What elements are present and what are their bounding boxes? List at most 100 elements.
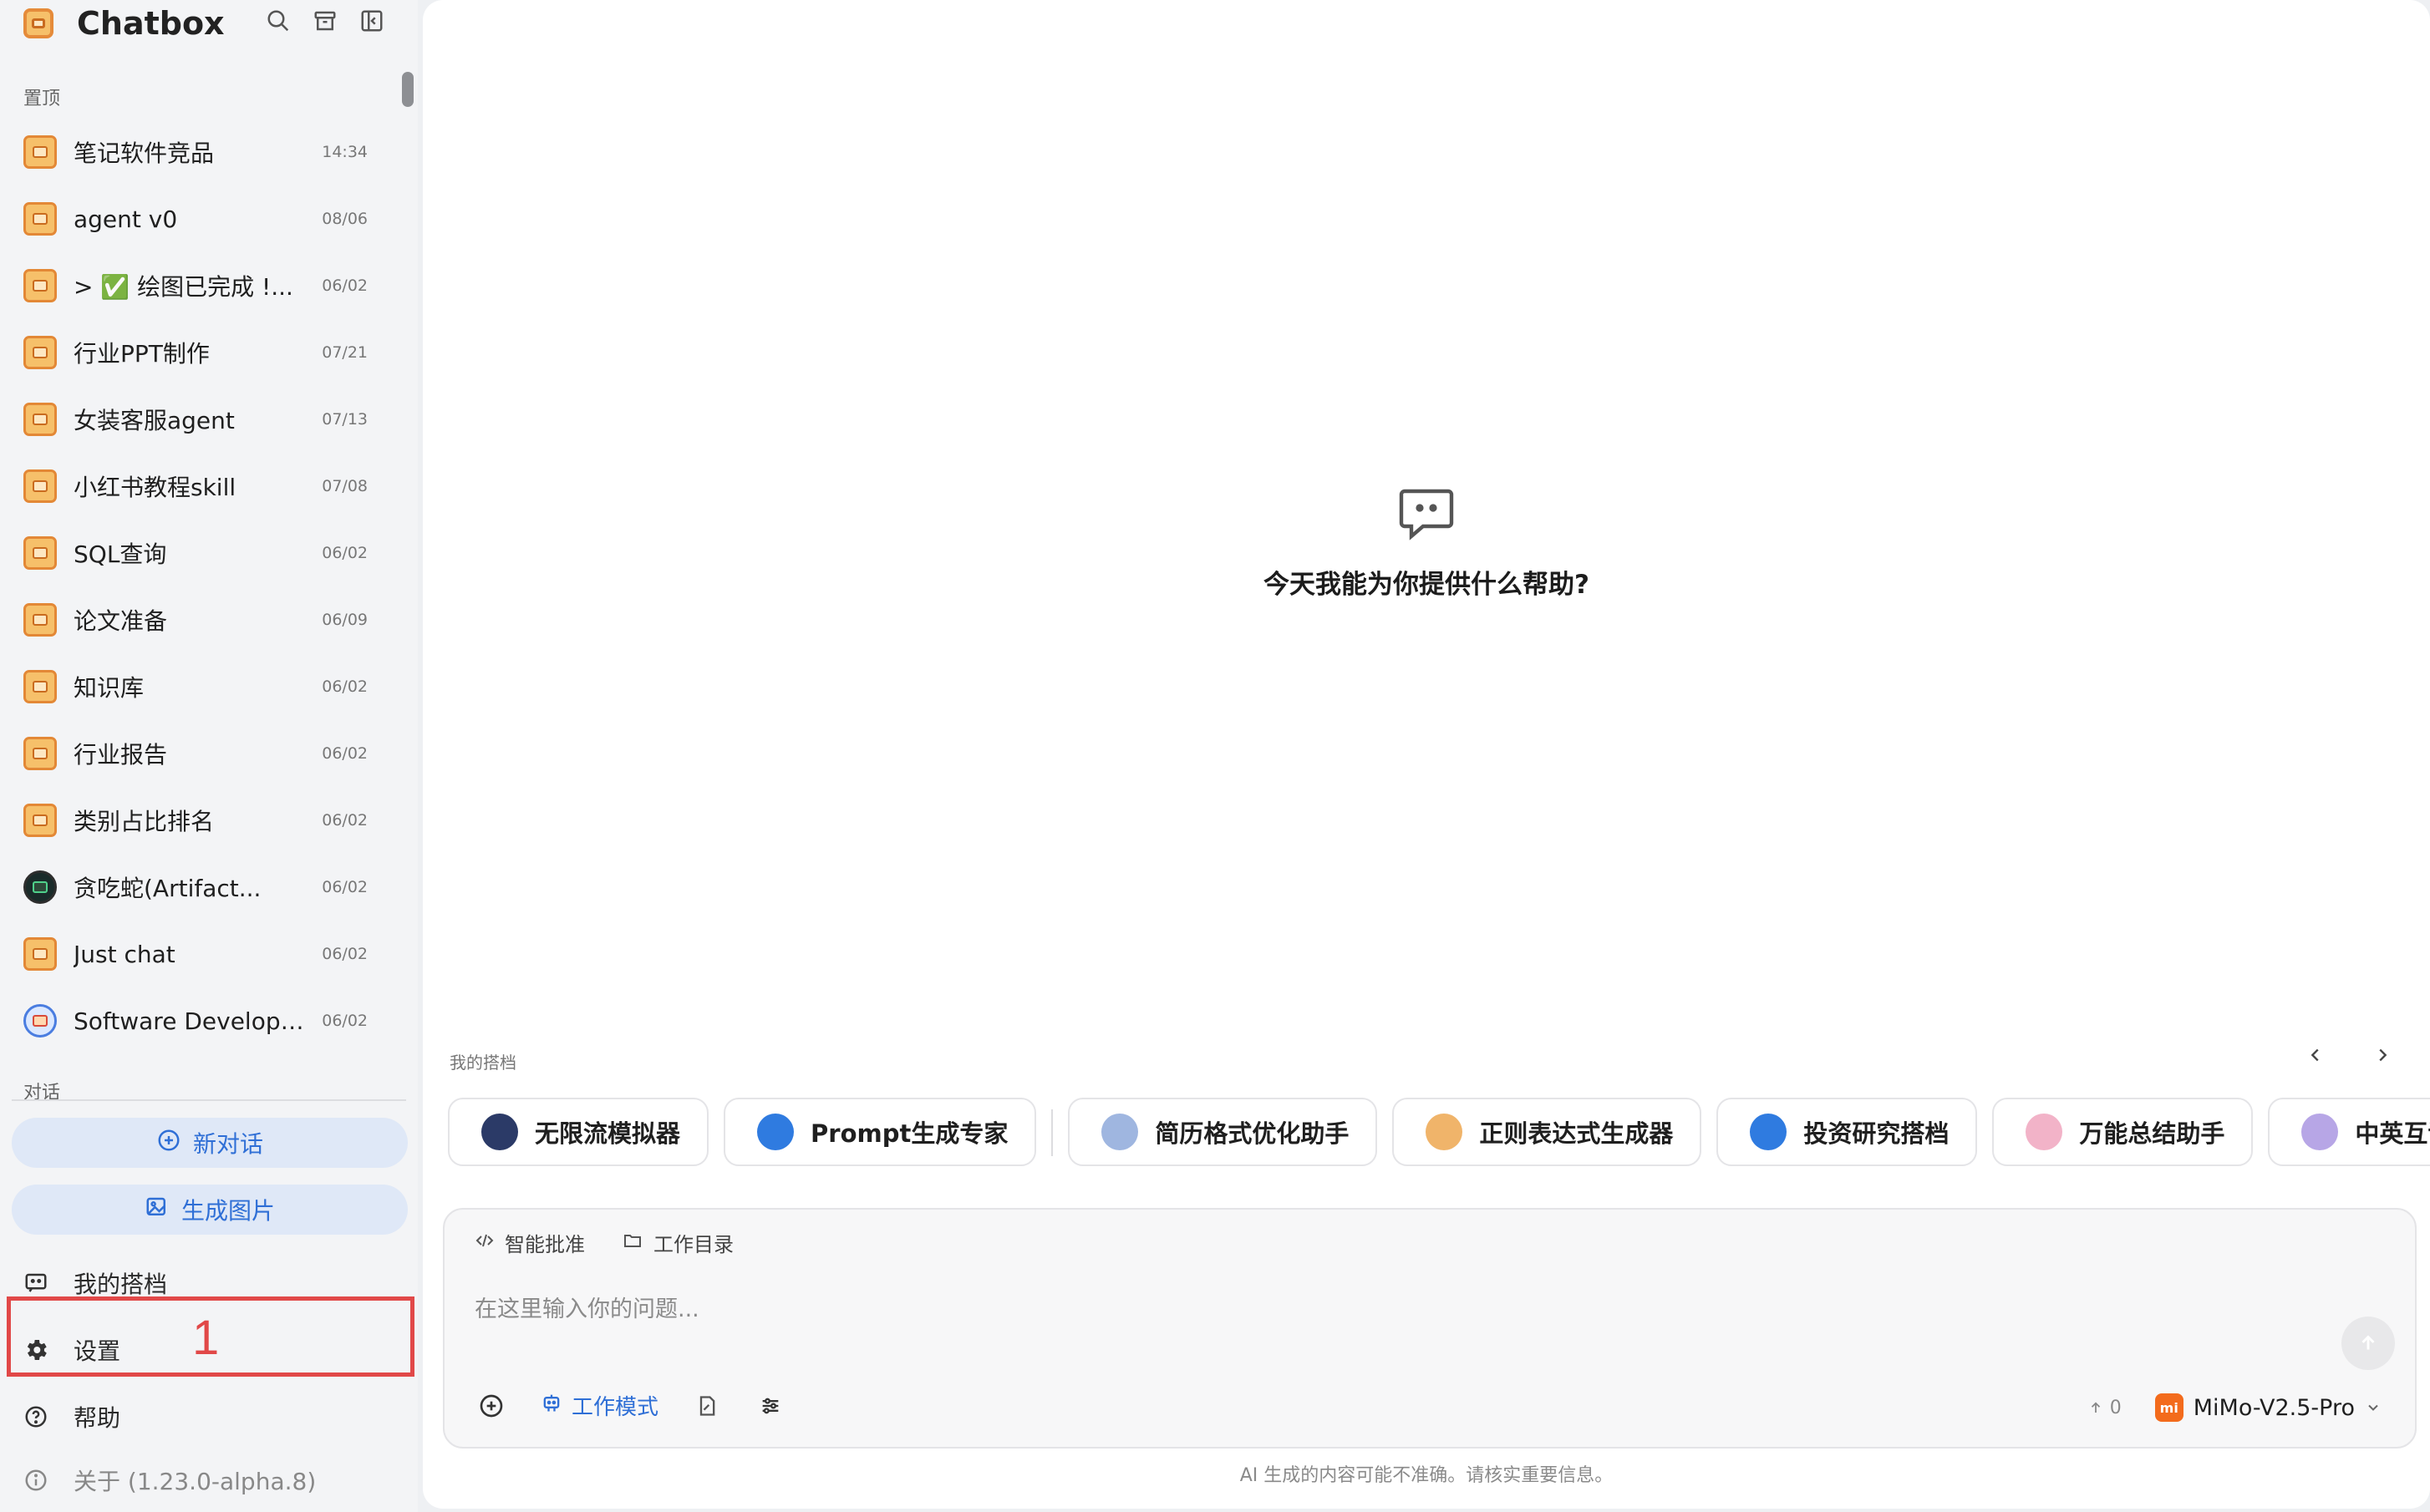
document-edit-icon[interactable] bbox=[692, 1391, 722, 1421]
partner-avatar-icon bbox=[2301, 1114, 2339, 1150]
sliders-icon[interactable] bbox=[755, 1391, 785, 1421]
session-date: 06/02 bbox=[322, 544, 368, 562]
pinned-section-label: 置顶 bbox=[23, 89, 61, 109]
chatbox-icon bbox=[23, 336, 57, 369]
session-title: 贪吃蛇(Artifact... bbox=[74, 875, 262, 902]
work-directory-label: 工作目录 bbox=[653, 1233, 734, 1256]
plus-circle-icon bbox=[156, 1128, 181, 1159]
session-item[interactable]: 女装客服agent 07/13 bbox=[12, 386, 379, 453]
work-mode-toggle[interactable]: 工作模式 bbox=[540, 1390, 658, 1421]
composer-tabs: 智能批准 工作目录 bbox=[475, 1228, 734, 1257]
code-icon bbox=[475, 1230, 495, 1256]
chevron-left-icon[interactable] bbox=[2301, 1041, 2330, 1069]
session-item[interactable]: 贪吃蛇(Artifact... 06/02 bbox=[12, 854, 379, 921]
session-title: agent v0 bbox=[74, 205, 178, 233]
app-title: Chatbox bbox=[77, 5, 225, 42]
model-name: MiMo-V2.5-Pro bbox=[2193, 1394, 2355, 1421]
session-title: 行业PPT制作 bbox=[74, 340, 210, 368]
snake-avatar-icon bbox=[23, 870, 57, 904]
help-icon bbox=[22, 1403, 50, 1431]
session-item[interactable]: 行业PPT制作 07/21 bbox=[12, 319, 379, 386]
session-item[interactable]: Just chat 06/02 bbox=[12, 921, 379, 987]
chatbox-icon bbox=[23, 937, 57, 971]
chatbox-logo-icon bbox=[23, 8, 53, 38]
session-item[interactable]: Software Developer... 06/02 bbox=[12, 987, 379, 1054]
session-date: 06/02 bbox=[322, 1012, 368, 1030]
send-button[interactable] bbox=[2341, 1317, 2395, 1370]
robot-icon bbox=[540, 1391, 563, 1420]
session-item[interactable]: SQL查询 06/02 bbox=[12, 520, 379, 586]
session-title: 女装客服agent bbox=[74, 407, 235, 434]
partner-chip[interactable]: Prompt生成专家 bbox=[724, 1098, 1037, 1166]
chevron-right-icon[interactable] bbox=[2368, 1041, 2397, 1069]
session-item[interactable]: 类别占比排名 06/02 bbox=[12, 787, 379, 854]
search-icon[interactable] bbox=[264, 7, 292, 35]
info-icon bbox=[22, 1466, 50, 1494]
work-directory-button[interactable]: 工作目录 bbox=[622, 1228, 734, 1257]
help-label: 帮助 bbox=[74, 1404, 121, 1432]
composer-toolbar: 工作模式 bbox=[476, 1390, 785, 1421]
partners-section-label: 我的搭档 bbox=[450, 1053, 516, 1073]
chatbox-icon bbox=[23, 536, 57, 570]
collapse-sidebar-icon[interactable] bbox=[358, 7, 386, 35]
partner-chip[interactable]: 中英互译专家 bbox=[2268, 1098, 2430, 1166]
session-title: 小红书教程skill bbox=[74, 474, 236, 501]
new-chat-button[interactable]: 新对话 bbox=[12, 1118, 408, 1168]
session-item[interactable]: agent v0 08/06 bbox=[12, 185, 379, 252]
session-date: 08/06 bbox=[322, 210, 368, 228]
partner-chip[interactable]: 简历格式优化助手 bbox=[1068, 1098, 1378, 1166]
chat-bubble-icon bbox=[1396, 485, 1456, 545]
partner-name: 投资研究搭档 bbox=[1803, 1119, 1950, 1148]
smart-approve-toggle[interactable]: 智能批准 bbox=[475, 1228, 585, 1257]
chatbox-icon bbox=[23, 670, 57, 703]
partner-avatar-icon bbox=[1101, 1114, 1139, 1150]
message-input[interactable] bbox=[475, 1288, 2229, 1330]
partner-chip[interactable]: 投资研究搭档 bbox=[1716, 1098, 1978, 1166]
attach-plus-icon[interactable] bbox=[476, 1391, 506, 1421]
session-item[interactable]: 知识库 06/02 bbox=[12, 653, 379, 720]
session-item[interactable]: > ✅ 绘图已完成 !... 06/02 bbox=[12, 252, 379, 319]
partner-chip[interactable]: 正则表达式生成器 bbox=[1392, 1098, 1702, 1166]
session-item[interactable]: 小红书教程skill 07/08 bbox=[12, 453, 379, 520]
arrow-up-icon bbox=[2361, 1335, 2375, 1350]
session-date: 06/02 bbox=[322, 811, 368, 830]
session-date: 07/21 bbox=[322, 343, 368, 362]
session-item[interactable]: 行业报告 06/02 bbox=[12, 720, 379, 787]
session-item[interactable]: 笔记软件竞品 14:34 bbox=[12, 119, 379, 185]
model-selector[interactable]: mi MiMo-V2.5-Pro bbox=[2154, 1393, 2382, 1422]
main-panel: 今天我能为你提供什么帮助? 我的搭档 无限流模拟器 Prompt生成专家 简历格… bbox=[423, 0, 2430, 1509]
session-item[interactable]: 论文准备 06/09 bbox=[12, 586, 379, 653]
session-date: 07/08 bbox=[322, 477, 368, 495]
empty-state: 今天我能为你提供什么帮助? bbox=[423, 485, 2430, 601]
partner-avatar-icon bbox=[481, 1114, 518, 1150]
partner-name: 正则表达式生成器 bbox=[1479, 1119, 1674, 1148]
session-date: 14:34 bbox=[322, 143, 368, 161]
session-list: 笔记软件竞品 14:34 agent v0 08/06 > ✅ 绘图已完成 !...… bbox=[12, 119, 379, 1054]
composer-right-controls: 0 mi MiMo-V2.5-Pro bbox=[2088, 1393, 2382, 1422]
partner-chip[interactable]: 万能总结助手 bbox=[1992, 1098, 2254, 1166]
archive-icon[interactable] bbox=[311, 7, 339, 35]
about-menu-item[interactable]: 关于 (1.23.0-alpha.8) bbox=[22, 1464, 316, 1497]
session-date: 07/13 bbox=[322, 410, 368, 429]
message-composer: 智能批准 工作目录 工作模式 bbox=[443, 1208, 2417, 1449]
session-title: Software Developer... bbox=[74, 1007, 313, 1035]
sidebar-scrollbar[interactable] bbox=[402, 72, 414, 107]
chevron-down-icon bbox=[2368, 1404, 2378, 1411]
my-partners-menu-item[interactable]: 我的搭档 bbox=[22, 1266, 167, 1300]
generate-image-label: 生成图片 bbox=[180, 1197, 275, 1225]
partner-chip[interactable]: 无限流模拟器 bbox=[448, 1098, 709, 1166]
ai-disclaimer: AI 生成的内容可能不准确。请核实重要信息。 bbox=[1239, 1465, 1614, 1486]
help-menu-item[interactable]: 帮助 bbox=[22, 1400, 120, 1433]
partner-name: Prompt生成专家 bbox=[811, 1119, 1009, 1148]
partners-carousel-nav bbox=[2301, 1041, 2397, 1069]
chatbox-icon bbox=[23, 135, 57, 169]
generate-image-button[interactable]: 生成图片 bbox=[12, 1185, 408, 1235]
chatbox-icon bbox=[23, 403, 57, 436]
chatbox-icon bbox=[23, 737, 57, 770]
session-title: > ✅ 绘图已完成 !... bbox=[74, 273, 293, 301]
developer-avatar-icon bbox=[23, 1004, 57, 1038]
annotation-number: 1 bbox=[192, 1311, 220, 1365]
chatbox-icon bbox=[23, 603, 57, 637]
session-date: 06/02 bbox=[322, 744, 368, 763]
image-icon bbox=[145, 1195, 170, 1225]
